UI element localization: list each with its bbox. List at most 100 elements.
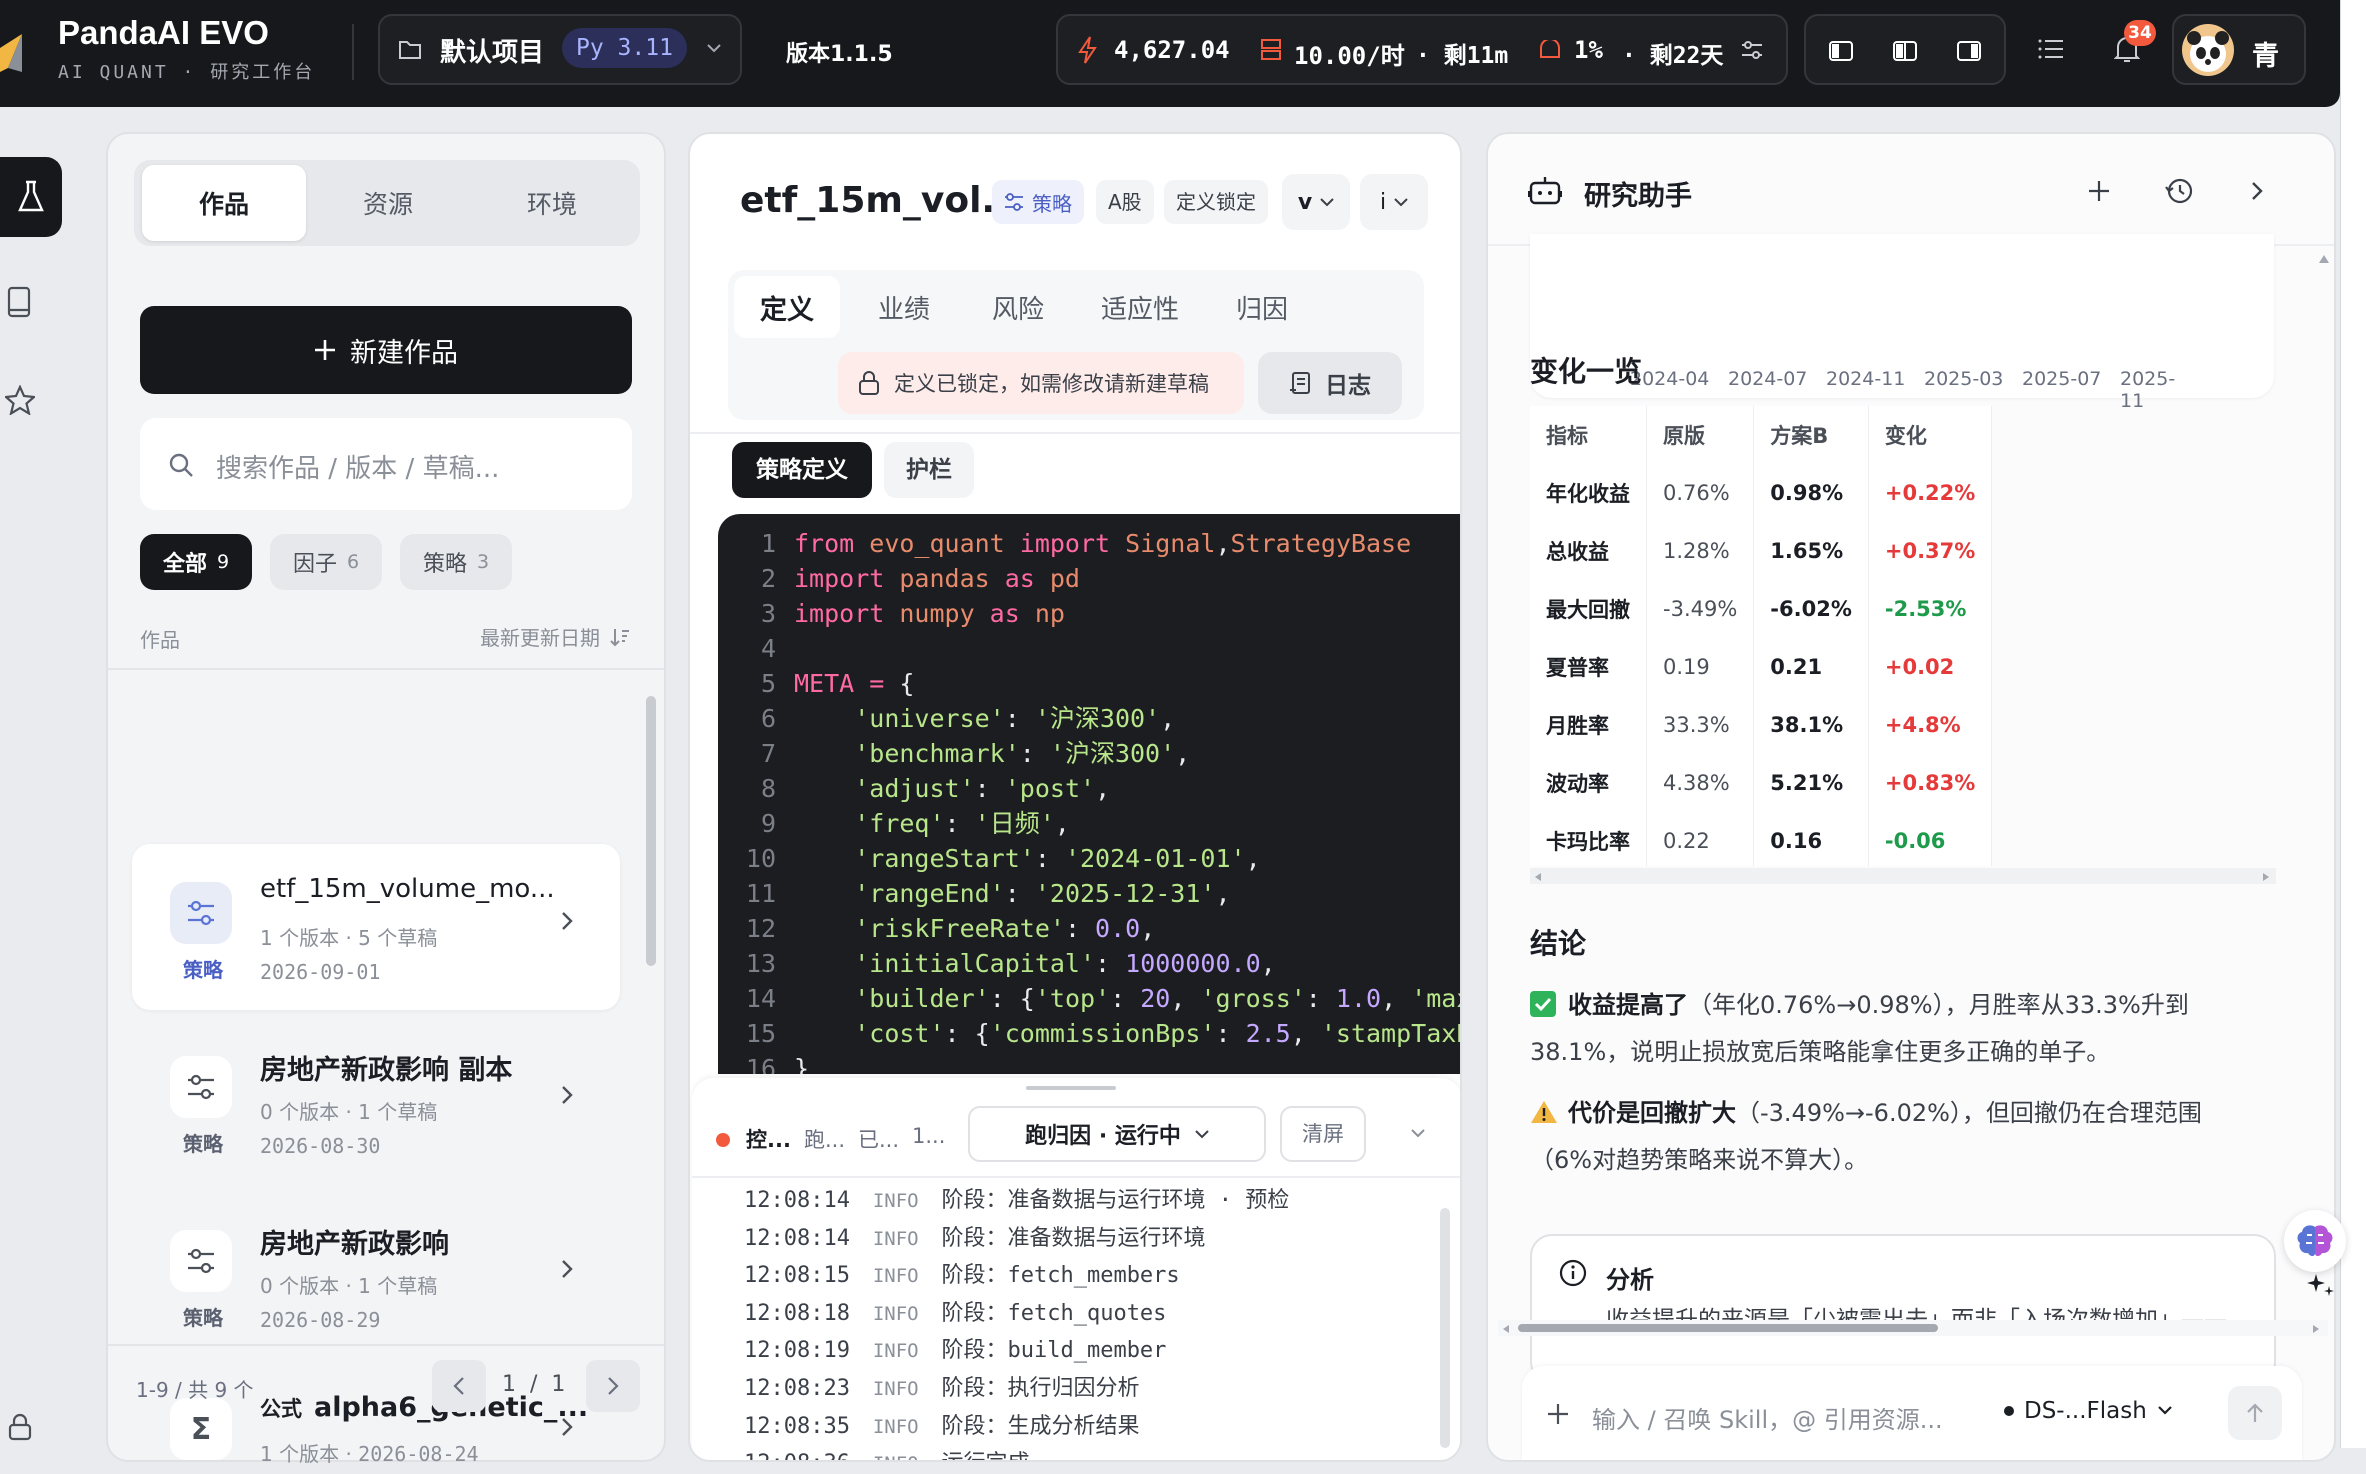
table-cell: -0.06 [1868, 812, 1993, 866]
x-tick-label: 2024-07 [1728, 368, 1808, 390]
item-title: 房地产新政影响 [260, 1229, 449, 1260]
code-editor[interactable]: 1 from evo_quant import Signal,StrategyBa… [718, 514, 1460, 1074]
log-message: 阶段：生成分析结果 [941, 1413, 1140, 1439]
table-cell: 0.22 [1646, 812, 1755, 866]
draft-dropdown[interactable]: i [1360, 174, 1428, 230]
subtab-definition[interactable]: 策略定义 [732, 442, 872, 498]
book-icon[interactable] [0, 277, 40, 327]
chevron-right-icon [562, 1418, 573, 1436]
new-work-button[interactable]: 新建作品 [140, 306, 632, 394]
history-icon[interactable] [2162, 174, 2196, 208]
attach-plus-icon[interactable] [1542, 1398, 1574, 1430]
send-button[interactable] [2228, 1386, 2282, 1440]
layout-split-icon[interactable] [1890, 36, 1920, 66]
prev-page-button[interactable] [432, 1360, 486, 1412]
layout-right-icon[interactable] [1954, 36, 1984, 66]
table-hscroll[interactable] [1530, 868, 2276, 884]
search-input[interactable]: 搜索作品 / 版本 / 草稿... [140, 418, 632, 510]
list-item[interactable]: 策略 etf_15m_volume_mo... 1 个版本 · 5 个草稿 20… [132, 844, 620, 1010]
strategy-icon [170, 882, 232, 944]
console-drag-handle[interactable] [1026, 1086, 1116, 1090]
tab-environment[interactable]: 环境 [470, 165, 634, 241]
sparkle-icon[interactable] [2306, 1272, 2336, 1298]
scroll-thumb[interactable] [1518, 1324, 1938, 1332]
table-cell: -6.02% [1753, 580, 1869, 638]
scroll-right-icon[interactable] [2262, 872, 2270, 882]
next-page-button[interactable] [586, 1360, 640, 1412]
log-time: 12:08:35 [744, 1413, 850, 1439]
list-item[interactable]: 策略 房地产新政影响 副本 0 个版本 · 1 个草稿 2026-08-30 [132, 1018, 620, 1184]
log-message: 阶段：准备数据与运行环境 · 预检 [941, 1188, 1290, 1213]
table-cell: 33.3% [1646, 696, 1755, 754]
scroll-right-icon[interactable] [2312, 1324, 2320, 1334]
code-text: 'builder': {'top': 20, 'gross': 1.0, 'ma… [854, 984, 1460, 1013]
tab-performance[interactable]: 业绩 [852, 276, 956, 338]
console-tab-control[interactable]: 控... [746, 1124, 791, 1154]
tag-strategy: 策略 [992, 180, 1084, 224]
quota-remaining: · 剩22天 [1622, 43, 1724, 69]
usage-meters[interactable]: 4,627.04 10.00/时 · 剩11m 1% · 剩22天 [1056, 14, 1788, 85]
list-item[interactable]: 策略 房地产新政影响 0 个版本 · 1 个草稿 2026-08-29 [132, 1192, 620, 1358]
table-cell: 0.16 [1753, 812, 1869, 866]
subtab-guardrail[interactable]: 护栏 [884, 442, 974, 498]
pagination-summary: 1-9 / 共 9 个 [136, 1378, 254, 1402]
run-status-dropdown[interactable]: 跑归因 · 运行中 [968, 1106, 1266, 1162]
chevron-down-icon[interactable] [1410, 1128, 1426, 1140]
chevron-right-icon [562, 1260, 573, 1278]
chevron-right-icon[interactable] [2240, 174, 2274, 208]
tab-attribution[interactable]: 归因 [1212, 276, 1312, 338]
log-level: INFO [849, 1302, 942, 1325]
chevron-right-icon [562, 912, 573, 930]
log-level: INFO [849, 1340, 942, 1363]
scroll-up-icon[interactable] [2318, 254, 2330, 264]
lock-icon[interactable] [0, 1407, 40, 1447]
filter-factor[interactable]: 因子 6 [270, 534, 382, 590]
task-list-icon[interactable] [2036, 34, 2066, 64]
strategy-panel: etf_15m_vol... 策略 A股 定义锁定 v i 定义 业绩 风险 适… [688, 132, 1462, 1462]
table-cell: 波动率 [1530, 754, 1647, 812]
code-text: import numpy as np [794, 599, 1065, 628]
content-hscroll[interactable] [1498, 1320, 2328, 1336]
filter-factor-count: 6 [346, 551, 360, 573]
tab-risk[interactable]: 风险 [968, 276, 1068, 338]
console-tab-done[interactable]: 已... [858, 1124, 899, 1154]
filter-all[interactable]: 全部 9 [140, 534, 252, 590]
tab-resources[interactable]: 资源 [306, 165, 470, 241]
table-cell: 0.98% [1753, 464, 1869, 522]
ai-brain-icon[interactable] [2284, 1210, 2346, 1272]
scroll-left-icon[interactable] [1502, 1324, 1510, 1334]
user-menu[interactable]: 青 [2172, 14, 2306, 85]
log-button[interactable]: 日志 [1258, 352, 1402, 414]
plus-icon[interactable] [2082, 174, 2116, 208]
tab-adaptability[interactable]: 适应性 [1078, 276, 1202, 338]
tab-definition[interactable]: 定义 [734, 276, 840, 338]
line-number: 9 [760, 809, 776, 838]
sort-button[interactable]: 最新更新日期 [480, 622, 630, 651]
plus-icon [315, 340, 335, 360]
table-body: 年化收益 0.76% 0.98% +0.22% 总收益 1.28% 1.65% +0.37% 最… [1530, 464, 1993, 866]
item-meta: 0 个版本 · 1 个草稿 [260, 1100, 438, 1124]
log-line: 12:08:15 INFO 阶段：fetch_members [744, 1257, 1180, 1289]
scroll-left-icon[interactable] [1534, 872, 1542, 882]
version-dropdown[interactable]: v [1282, 174, 1350, 230]
layout-left-icon[interactable] [1826, 36, 1856, 66]
sliders-icon[interactable] [1740, 38, 1764, 62]
lab-icon[interactable] [0, 157, 62, 237]
star-icon[interactable] [0, 375, 40, 425]
project-selector[interactable]: 默认项目 Py 3.11 [378, 14, 742, 85]
rate-value: 10.00/时 [1294, 42, 1405, 70]
x-tick-label: 2025-07 [2022, 368, 2102, 390]
model-selector[interactable]: DS-...Flash [2004, 1398, 2173, 1424]
conclusion-2-line2: （6%对趋势策略来说不算大）。 [1530, 1146, 1869, 1174]
clear-button[interactable]: 清屏 [1280, 1106, 1366, 1162]
strategy-title: etf_15m_vol... [740, 180, 1023, 221]
table-row: 夏普率 0.19 0.21 +0.02 [1530, 638, 1993, 696]
log-scrollbar[interactable] [1440, 1208, 1450, 1448]
list-scrollbar[interactable] [646, 696, 656, 966]
console-tab-count[interactable]: 1... [912, 1124, 945, 1148]
code-text: 'universe': '沪深300', [854, 704, 1176, 733]
filter-strategy[interactable]: 策略 3 [400, 534, 512, 590]
code-text: META = { [794, 669, 915, 698]
console-tab-run[interactable]: 跑... [804, 1124, 845, 1154]
tab-works[interactable]: 作品 [142, 165, 306, 241]
